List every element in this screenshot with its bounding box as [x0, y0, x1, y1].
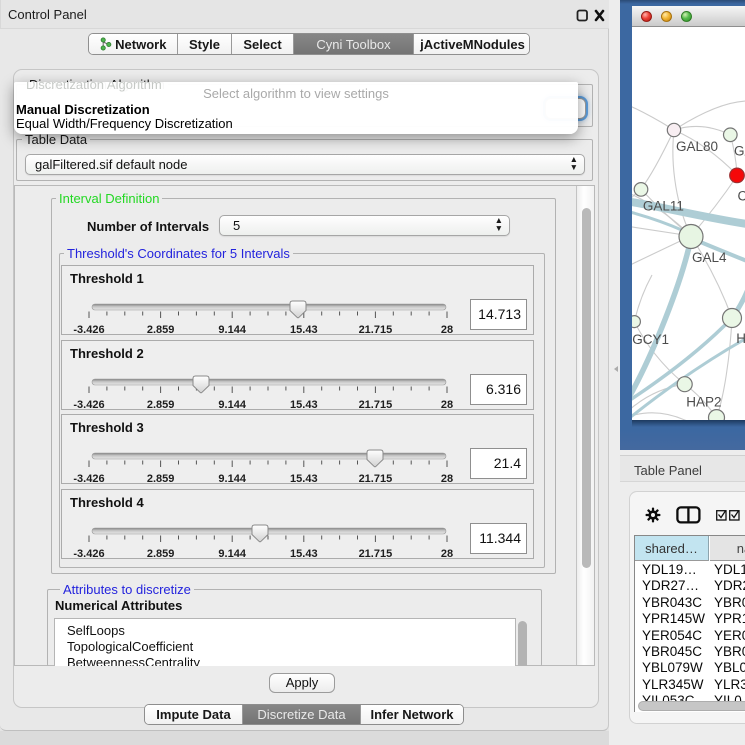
svg-text:GAL4: GAL4 — [692, 250, 727, 265]
svg-text:H: H — [736, 331, 745, 346]
svg-text:GAL80: GAL80 — [676, 139, 718, 154]
svg-text:GA: GA — [734, 144, 745, 159]
svg-text:C: C — [738, 189, 745, 204]
svg-text:GCY1: GCY1 — [632, 332, 669, 347]
svg-text:HAP2: HAP2 — [686, 395, 721, 410]
svg-text:GAL11: GAL11 — [643, 199, 684, 214]
